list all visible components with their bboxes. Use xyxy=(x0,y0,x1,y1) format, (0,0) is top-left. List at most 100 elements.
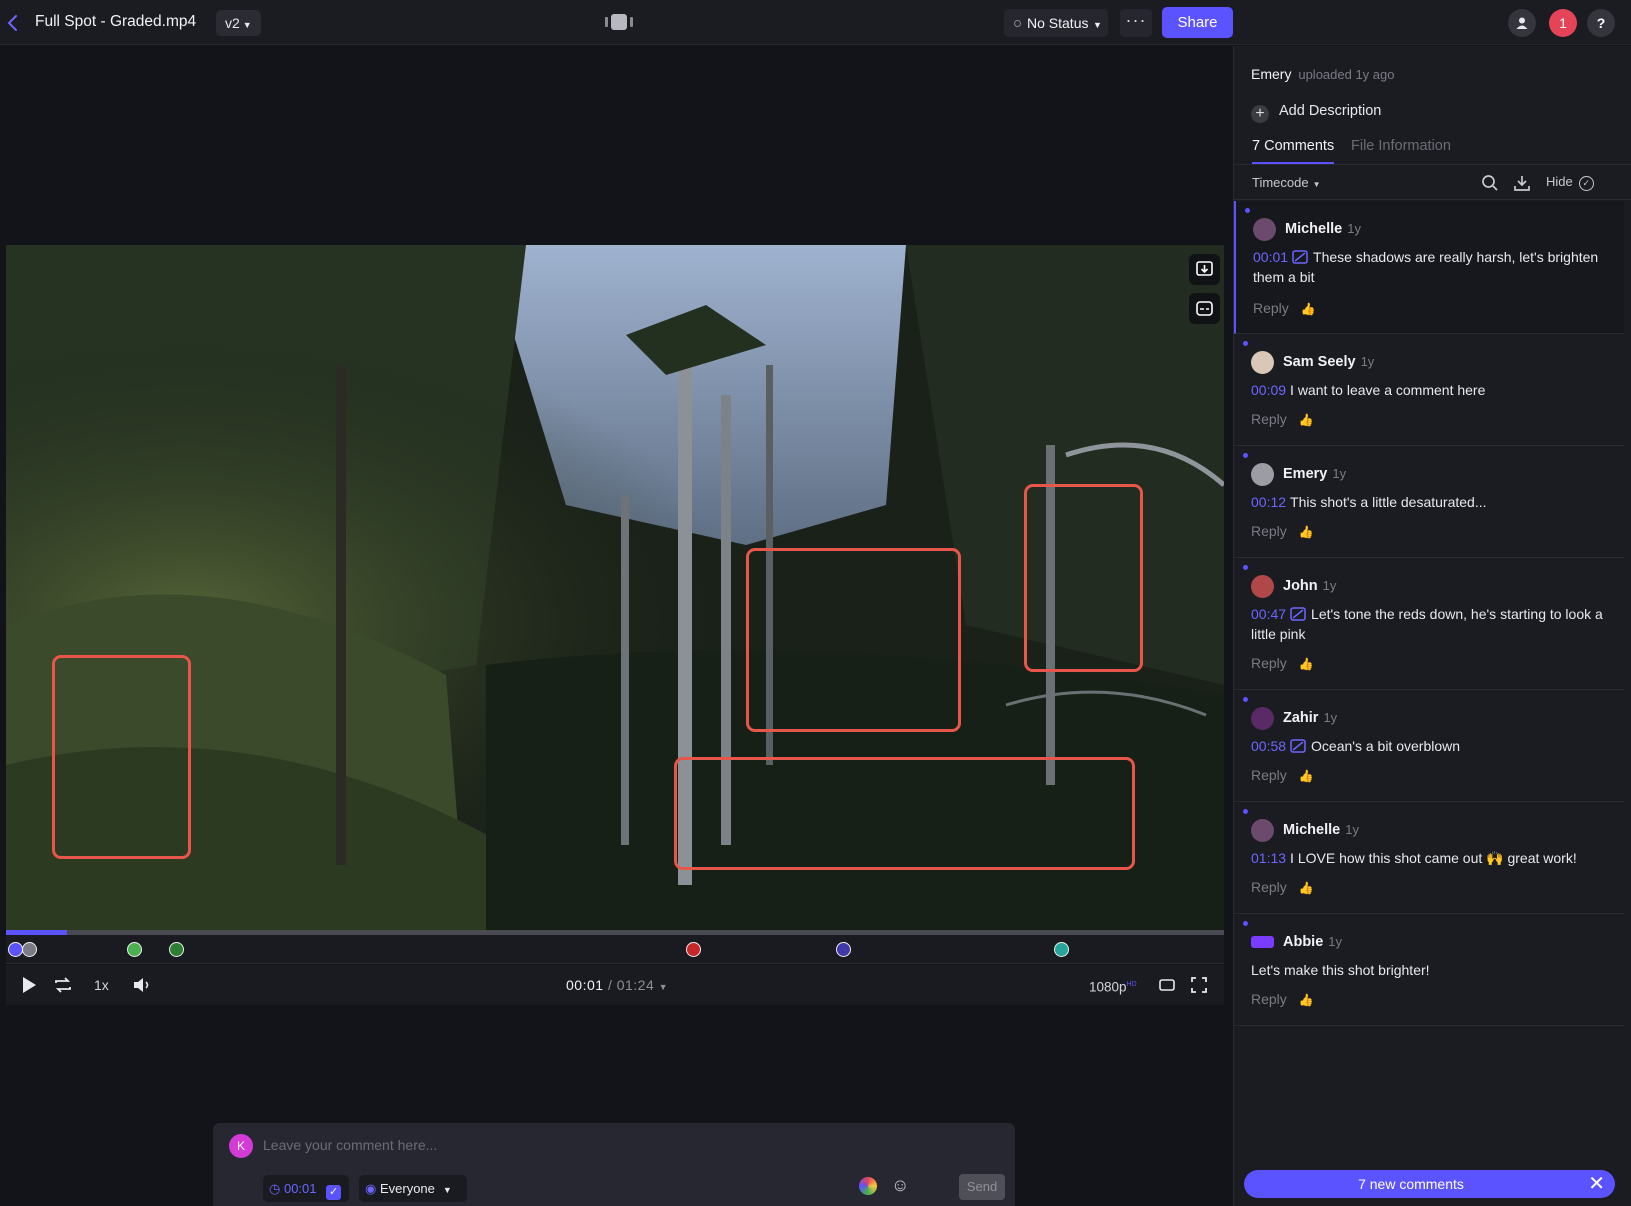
comment-marker[interactable] xyxy=(1054,942,1069,957)
view-mode-icon[interactable] xyxy=(605,13,633,31)
drawing-icon xyxy=(1290,607,1306,621)
checkbox-checked-icon[interactable]: ✓ xyxy=(326,1185,342,1200)
comment-marker[interactable] xyxy=(836,942,851,957)
tab-comments[interactable]: 7 Comments xyxy=(1252,138,1335,164)
version-dropdown[interactable]: v2 ▼ xyxy=(216,10,261,36)
uploader-info: Emery uploaded 1y ago xyxy=(1251,66,1395,82)
avatar xyxy=(1251,936,1274,948)
comment-timestamp[interactable]: 00:47 xyxy=(1251,606,1286,622)
annotation-box[interactable] xyxy=(52,655,191,859)
emoji-icon[interactable]: ☺ xyxy=(891,1175,909,1196)
comment-composer: K ◷ 00:01 ✓ ◉ Everyone ▼ ☺ Send xyxy=(213,1123,1015,1206)
loop-icon[interactable] xyxy=(52,975,74,995)
comment-item[interactable]: Emery 1y 00:12 This shot's a little desatu… xyxy=(1234,446,1624,558)
new-comments-banner[interactable]: 7 new comments ✕ xyxy=(1244,1170,1615,1198)
comment-marker[interactable] xyxy=(127,942,142,957)
hd-badge: HD xyxy=(1126,981,1137,988)
comment-item[interactable]: Abbie 1y Let's make this shot brighter! R… xyxy=(1234,914,1624,1026)
unread-dot xyxy=(1243,453,1248,458)
timecode-display[interactable]: 00:01 / 01:24 ▼ xyxy=(566,975,668,997)
comment-item[interactable]: Sam Seely 1y 00:09 I want to leave a comme… xyxy=(1234,334,1624,446)
drawing-icon xyxy=(1292,250,1308,264)
comment-item[interactable]: John 1y 00:47 Let's tone the reds down, he… xyxy=(1234,558,1624,690)
download-icon[interactable] xyxy=(1513,174,1531,192)
draw-annotation-icon[interactable] xyxy=(859,1177,877,1195)
annotation-box[interactable] xyxy=(746,548,961,732)
reply-button[interactable]: Reply xyxy=(1251,991,1287,1007)
comment-timestamp[interactable]: 00:12 xyxy=(1251,494,1286,510)
comment-timestamp[interactable]: 00:01 xyxy=(1253,249,1288,265)
comment-marker[interactable] xyxy=(169,942,184,957)
timestamp-toggle[interactable]: ◷ 00:01 ✓ xyxy=(263,1175,349,1202)
chevron-down-icon: ▼ xyxy=(1312,180,1321,189)
thumbs-up-icon[interactable]: 👍 xyxy=(1299,657,1314,671)
quality-selector[interactable]: 1080pHD xyxy=(1089,975,1137,995)
comment-author: Emery 1y xyxy=(1283,466,1347,482)
help-icon[interactable]: ? xyxy=(1587,9,1615,37)
comment-actions: Reply 👍 xyxy=(1251,523,1314,539)
thumbs-up-icon[interactable]: 👍 xyxy=(1301,302,1316,316)
comment-timestamp[interactable]: 00:58 xyxy=(1251,738,1286,754)
hide-completed-toggle[interactable]: Hide ✓ xyxy=(1546,174,1594,191)
clock-icon: ◷ xyxy=(269,1181,284,1196)
comment-input[interactable] xyxy=(263,1137,863,1153)
send-button[interactable]: Send xyxy=(959,1174,1005,1200)
aspect-ratio-icon[interactable] xyxy=(1158,975,1176,995)
reply-button[interactable]: Reply xyxy=(1253,300,1289,316)
video-player: 1x 00:01 / 01:24 ▼ 1080pHD K ◷ 00:01 ✓ ◉… xyxy=(0,46,1232,1206)
video-frame[interactable] xyxy=(6,245,1224,930)
reply-button[interactable]: Reply xyxy=(1251,767,1287,783)
thumbs-up-icon[interactable]: 👍 xyxy=(1299,993,1314,1007)
reply-button[interactable]: Reply xyxy=(1251,655,1287,671)
comment-marker[interactable] xyxy=(8,942,23,957)
chevron-left-icon[interactable] xyxy=(6,13,20,33)
unread-dot xyxy=(1243,565,1248,570)
thumbs-up-icon[interactable]: 👍 xyxy=(1299,769,1314,783)
search-icon[interactable] xyxy=(1481,174,1499,192)
user-menu-icon[interactable] xyxy=(1508,9,1536,37)
upload-meta: uploaded 1y ago xyxy=(1298,67,1395,82)
share-button[interactable]: Share xyxy=(1162,7,1233,38)
thumbs-up-icon[interactable]: 👍 xyxy=(1299,525,1314,539)
volume-icon[interactable] xyxy=(132,975,152,995)
playback-speed[interactable]: 1x xyxy=(94,975,109,995)
comment-item[interactable]: Michelle 1y 01:13 I LOVE how this shot cam… xyxy=(1234,802,1624,914)
annotation-box[interactable] xyxy=(1024,484,1143,672)
tab-file-information[interactable]: File Information xyxy=(1351,138,1451,154)
play-icon[interactable] xyxy=(20,975,38,995)
comment-item[interactable]: Zahir 1y 00:58 Ocean's a bit overblown Rep… xyxy=(1234,690,1624,802)
comment-author: Michelle 1y xyxy=(1285,221,1361,237)
annotation-box[interactable] xyxy=(674,757,1135,870)
thumbs-up-icon[interactable]: 👍 xyxy=(1299,881,1314,895)
thumbs-up-icon[interactable]: 👍 xyxy=(1299,413,1314,427)
close-icon[interactable]: ✕ xyxy=(1588,1170,1605,1198)
reply-button[interactable]: Reply xyxy=(1251,879,1287,895)
download-frame-button[interactable] xyxy=(1189,254,1220,285)
comment-author: John 1y xyxy=(1283,578,1337,594)
comment-timestamp[interactable]: 01:13 xyxy=(1251,850,1286,866)
reply-button[interactable]: Reply xyxy=(1251,411,1287,427)
download-frame-icon xyxy=(1196,261,1213,276)
avatar xyxy=(1253,218,1276,241)
comment-timestamp[interactable]: 00:09 xyxy=(1251,382,1286,398)
comment-marker[interactable] xyxy=(686,942,701,957)
notification-badge[interactable]: 1 xyxy=(1549,9,1577,37)
add-description-button[interactable]: + Add Description xyxy=(1251,103,1381,123)
comment-body: Let's make this shot brighter! xyxy=(1251,962,1430,978)
comment-actions: Reply 👍 xyxy=(1251,879,1314,895)
sort-dropdown[interactable]: Timecode ▼ xyxy=(1252,175,1321,190)
comment-marker[interactable] xyxy=(22,942,37,957)
current-time: 00:01 xyxy=(566,977,604,993)
more-options-button[interactable]: ··· xyxy=(1120,9,1152,37)
status-dot-icon xyxy=(1014,20,1021,27)
unread-dot xyxy=(1243,921,1248,926)
reply-button[interactable]: Reply xyxy=(1251,523,1287,539)
fullscreen-icon[interactable] xyxy=(1190,975,1208,995)
captions-button[interactable] xyxy=(1189,293,1220,324)
comment-body: 00:01 These shadows are really harsh, let… xyxy=(1253,249,1599,285)
audience-dropdown[interactable]: ◉ Everyone ▼ xyxy=(359,1175,467,1202)
status-dropdown[interactable]: No Status ▼ xyxy=(1004,9,1108,37)
uploader-name: Emery xyxy=(1251,66,1292,82)
comment-item[interactable]: Michelle 1y 00:01 These shadows are really… xyxy=(1234,201,1624,334)
comment-actions: Reply 👍 xyxy=(1251,767,1314,783)
